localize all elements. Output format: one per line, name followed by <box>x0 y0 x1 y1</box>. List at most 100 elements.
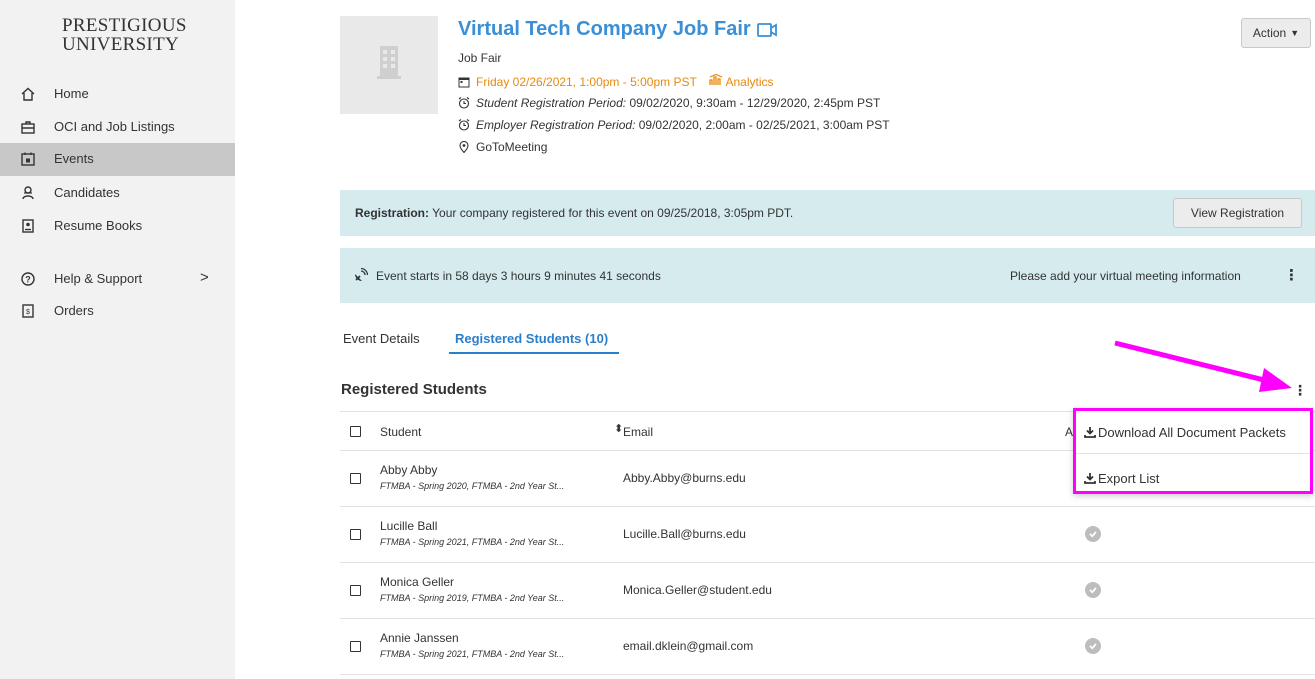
video-camera-icon <box>756 22 777 37</box>
sidebar-item-orders[interactable]: $ Orders <box>0 295 235 328</box>
menu-item-label: Export List <box>1098 470 1160 486</box>
row-checkbox[interactable] <box>350 585 361 596</box>
student-registration-line: Student Registration Period: 09/02/2020,… <box>458 96 880 110</box>
analytics-label: Analytics <box>725 75 774 89</box>
student-registration-label: Student Registration Period: <box>476 96 627 110</box>
check-circle-icon <box>1085 638 1101 654</box>
employer-registration-label: Employer Registration Period: <box>476 118 636 132</box>
registration-text: Your company registered for this event o… <box>432 206 794 220</box>
sidebar-item-events[interactable]: Events <box>0 143 235 176</box>
resume-book-icon <box>22 219 34 233</box>
countdown-banner: Event starts in 58 days 3 hours 9 minute… <box>340 248 1315 303</box>
kebab-menu-icon[interactable]: ⋮ <box>1284 266 1299 284</box>
sidebar-item-home[interactable]: Home <box>0 78 235 111</box>
action-label: Action <box>1252 26 1287 40</box>
active-tab-indicator <box>449 352 619 354</box>
building-icon <box>377 46 401 79</box>
export-list-item[interactable]: Export List <box>1084 467 1159 489</box>
logo-line2: UNIVERSITY <box>62 34 179 55</box>
student-email: Abby.Abby@burns.edu <box>623 471 746 485</box>
analytics-link[interactable]: Analytics <box>709 73 774 89</box>
logo-line1: PRESTIGIOUS <box>62 15 187 36</box>
row-checkbox[interactable] <box>350 641 361 652</box>
sidebar-item-label: Orders <box>54 303 94 318</box>
chevron-right-icon: > <box>200 269 209 286</box>
section-title: Registered Students <box>341 381 487 398</box>
analytics-icon <box>709 73 723 85</box>
download-icon <box>1084 473 1096 484</box>
column-header-student[interactable]: Student <box>380 425 421 439</box>
student-actions-menu: Download All Document Packets Export Lis… <box>1073 408 1313 494</box>
sort-icon[interactable]: ⬍ <box>614 422 623 435</box>
check-circle-icon <box>1085 582 1101 598</box>
event-date-line: Friday 02/26/2021, 1:00pm - 5:00pm PST A… <box>458 73 774 89</box>
calendar-icon <box>458 77 470 87</box>
location-pin-icon <box>459 141 469 153</box>
tab-registered-students[interactable]: Registered Students (10) <box>455 331 608 346</box>
student-email: email.dklein@gmail.com <box>623 639 754 653</box>
svg-text:$: $ <box>26 309 30 316</box>
svg-text:?: ? <box>25 275 31 285</box>
table-row: Lucille Ball FTMBA - Spring 2021, FTMBA … <box>340 507 1315 563</box>
table-row: Monica Geller FTMBA - Spring 2019, FTMBA… <box>340 563 1315 619</box>
sidebar-item-candidates[interactable]: Candidates <box>0 177 235 210</box>
candidates-icon <box>22 186 34 200</box>
satellite-signal-icon <box>355 268 368 281</box>
briefcase-icon <box>21 121 35 134</box>
student-registration-value: 09/02/2020, 9:30am - 12/29/2020, 2:45pm … <box>629 96 881 110</box>
sidebar: PRESTIGIOUS UNIVERSITY Home OCI and Job … <box>0 0 235 679</box>
student-name[interactable]: Lucille Ball <box>380 519 437 533</box>
kebab-menu-icon[interactable]: ⋮ <box>1293 382 1307 399</box>
table-row: Annie Janssen FTMBA - Spring 2021, FTMBA… <box>340 619 1315 675</box>
alarm-clock-icon <box>458 119 470 131</box>
student-program: FTMBA - Spring 2020, FTMBA - 2nd Year St… <box>380 481 565 491</box>
employer-registration-line: Employer Registration Period: 09/02/2020… <box>458 118 890 132</box>
countdown-text: Event starts in 58 days 3 hours 9 minute… <box>376 269 661 283</box>
university-logo[interactable]: PRESTIGIOUS UNIVERSITY <box>62 16 187 54</box>
student-program: FTMBA - Spring 2021, FTMBA - 2nd Year St… <box>380 649 565 659</box>
row-checkbox[interactable] <box>350 473 361 484</box>
event-location: GoToMeeting <box>476 140 548 154</box>
sidebar-item-label: Resume Books <box>54 218 143 233</box>
menu-item-label: Download All Document Packets <box>1098 424 1286 440</box>
alarm-clock-icon <box>458 97 470 109</box>
event-date: Friday 02/26/2021, 1:00pm - 5:00pm PST <box>476 74 697 89</box>
registration-message: Registration: Your company registered fo… <box>355 206 793 220</box>
calendar-icon <box>21 152 35 166</box>
sidebar-item-oci-job-listings[interactable]: OCI and Job Listings <box>0 111 235 144</box>
check-circle-icon <box>1085 526 1101 542</box>
column-header-truncated: A <box>1065 425 1074 439</box>
student-name[interactable]: Abby Abby <box>380 463 437 477</box>
tab-event-details[interactable]: Event Details <box>343 331 420 346</box>
employer-registration-value: 09/02/2020, 2:00am - 02/25/2021, 3:00am … <box>638 118 890 132</box>
registration-label: Registration: <box>355 206 430 220</box>
home-icon <box>21 87 35 101</box>
select-all-checkbox[interactable] <box>350 426 361 437</box>
menu-divider <box>1076 453 1310 454</box>
caret-down-icon: ▼ <box>1290 28 1300 38</box>
sidebar-item-label: Events <box>54 151 94 166</box>
download-all-document-packets-item[interactable]: Download All Document Packets <box>1084 421 1286 443</box>
event-title-text: Virtual Tech Company Job Fair <box>458 18 751 40</box>
student-email: Lucille.Ball@burns.edu <box>623 527 746 541</box>
column-header-email[interactable]: Email <box>623 425 653 439</box>
action-dropdown-button[interactable]: Action ▼ <box>1241 18 1311 48</box>
student-program: FTMBA - Spring 2021, FTMBA - 2nd Year St… <box>380 537 565 547</box>
registration-banner: Registration: Your company registered fo… <box>340 190 1315 236</box>
view-registration-button[interactable]: View Registration <box>1173 198 1302 228</box>
student-program: FTMBA - Spring 2019, FTMBA - 2nd Year St… <box>380 593 565 603</box>
sidebar-item-label: Home <box>54 86 89 101</box>
student-name[interactable]: Monica Geller <box>380 575 454 589</box>
sidebar-item-label: OCI and Job Listings <box>54 119 175 134</box>
virtual-meeting-prompt[interactable]: Please add your virtual meeting informat… <box>1010 269 1241 283</box>
sidebar-item-help-support[interactable]: ? Help & Support > <box>0 263 235 296</box>
sidebar-item-label: Help & Support <box>54 271 143 286</box>
event-type: Job Fair <box>458 51 502 65</box>
row-checkbox[interactable] <box>350 529 361 540</box>
download-icon <box>1084 427 1096 438</box>
student-name[interactable]: Annie Janssen <box>380 631 459 645</box>
sidebar-item-resume-books[interactable]: Resume Books <box>0 210 235 243</box>
location-line: GoToMeeting <box>458 140 547 154</box>
sidebar-item-label: Candidates <box>54 185 120 200</box>
receipt-icon: $ <box>22 304 34 318</box>
